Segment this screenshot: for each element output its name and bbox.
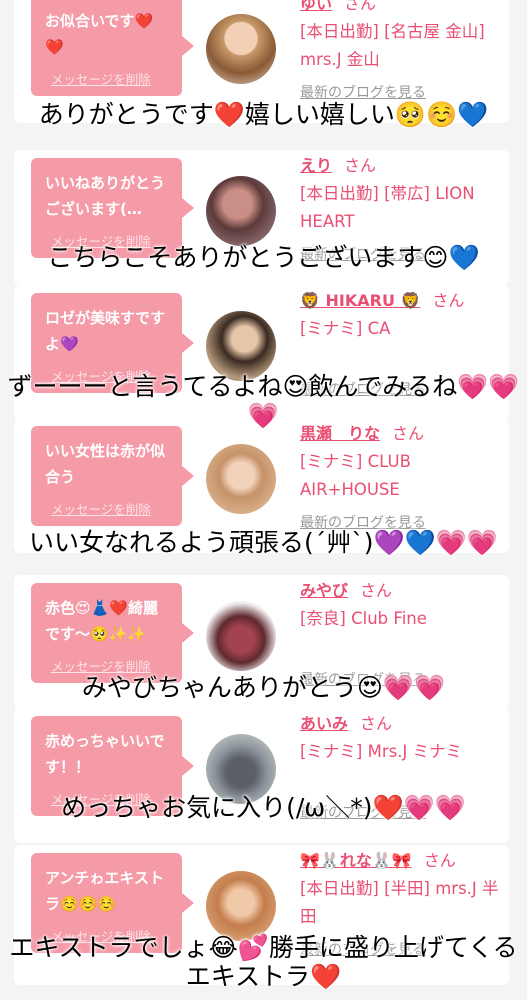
avatar[interactable] [206,444,276,514]
message-card: 赤めっちゃいいです！！ メッセージを削除 あいみ さん [ミナミ] Mrs.J ミ… [14,708,509,843]
reply-caption: いい女なれるよう頑張る(´艸`)💜💙💗💗 [28,528,499,557]
sender-name-line: みやび さん [300,577,392,601]
reply-caption: こちらこそありがとうございます😊💙 [47,243,480,272]
latest-blog-link[interactable]: 最新のブログを見る [300,82,426,102]
message-bubble: いい女性は赤が似合う メッセージを削除 [31,426,194,526]
sender-name-link[interactable]: 🦁 HIKARU 🦁 [300,291,420,310]
message-text: いい女性は赤が似合う [45,442,166,486]
sender-name-link[interactable]: えり [300,156,332,175]
message-text: 赤色😍👗❤️綺麗です〜🥺✨✨ [45,599,158,643]
sender-name-line: ゆい さん [300,0,376,14]
shop-info: [本日出勤] [帯広] LION HEART [300,184,475,231]
honorific: さん [360,581,393,600]
honorific: さん [344,0,377,13]
avatar[interactable] [206,176,276,246]
message-text: いいねありがとうございます(… [45,174,166,218]
shop-info: [本日出勤] [半田] mrs.J 半田 [300,879,499,926]
delete-message-link[interactable]: メッセージを削除 [51,69,151,88]
shop-info: [奈良] Club Fine [300,609,427,628]
avatar[interactable] [206,311,276,381]
sender-name-line: えり さん [300,152,376,176]
sender-name-line: 🎀🐰れな🐰🎀 さん [300,847,456,871]
sender-name-line: 🦁 HIKARU 🦁 さん [300,287,464,311]
reply-caption: ずーーーと言うてるよね😍飲んでみるね💗💗💗 [7,372,520,430]
message-text: アンチゎエキストラ☺️☺️☺️ [45,869,164,913]
shop-info: [ミナミ] CLUB AIR+HOUSE [300,452,411,499]
message-bubble: お似合いです❤️❤️ メッセージを削除 [31,0,194,96]
shop-info: [本日出勤] [名古屋 金山] mrs.J 金山 [300,22,485,69]
message-bubble: 赤色😍👗❤️綺麗です〜🥺✨✨ メッセージを削除 [31,583,194,683]
shop-info: [ミナミ] Mrs.J ミナミ [300,742,463,761]
sender-name-link[interactable]: あいみ [300,714,348,733]
reply-caption: エキストラでしょ😂💕勝手に盛り上げてくるエキストラ❤️ [9,933,518,991]
message-text: ロゼが美味すですよ💜 [45,309,166,353]
reply-caption: めっちゃお気に入り(/ω＼*)❤️💗💗 [61,793,466,822]
reply-caption: ありがとうです❤️嬉しい嬉しい🥺☺️💙 [38,100,489,129]
honorific: さん [432,291,465,310]
reply-caption: みやびちゃんありがとう😍💗💗 [81,673,446,702]
delete-message-link[interactable]: メッセージを削除 [51,499,151,518]
sender-name-link[interactable]: ゆい [300,0,332,13]
honorific: さん [360,714,393,733]
avatar[interactable] [206,14,276,84]
avatar[interactable] [206,871,276,941]
avatar[interactable] [206,601,276,671]
sender-name-link[interactable]: みやび [300,581,348,600]
honorific: さん [344,156,377,175]
sender-name-link[interactable]: 🎀🐰れな🐰🎀 [300,851,412,870]
honorific: さん [423,851,456,870]
sender-name-line: あいみ さん [300,710,392,734]
message-text: お似合いです❤️❤️ [45,12,154,56]
message-text: 赤めっちゃいいです！！ [45,732,165,776]
shop-info: [ミナミ] CA [300,319,391,338]
